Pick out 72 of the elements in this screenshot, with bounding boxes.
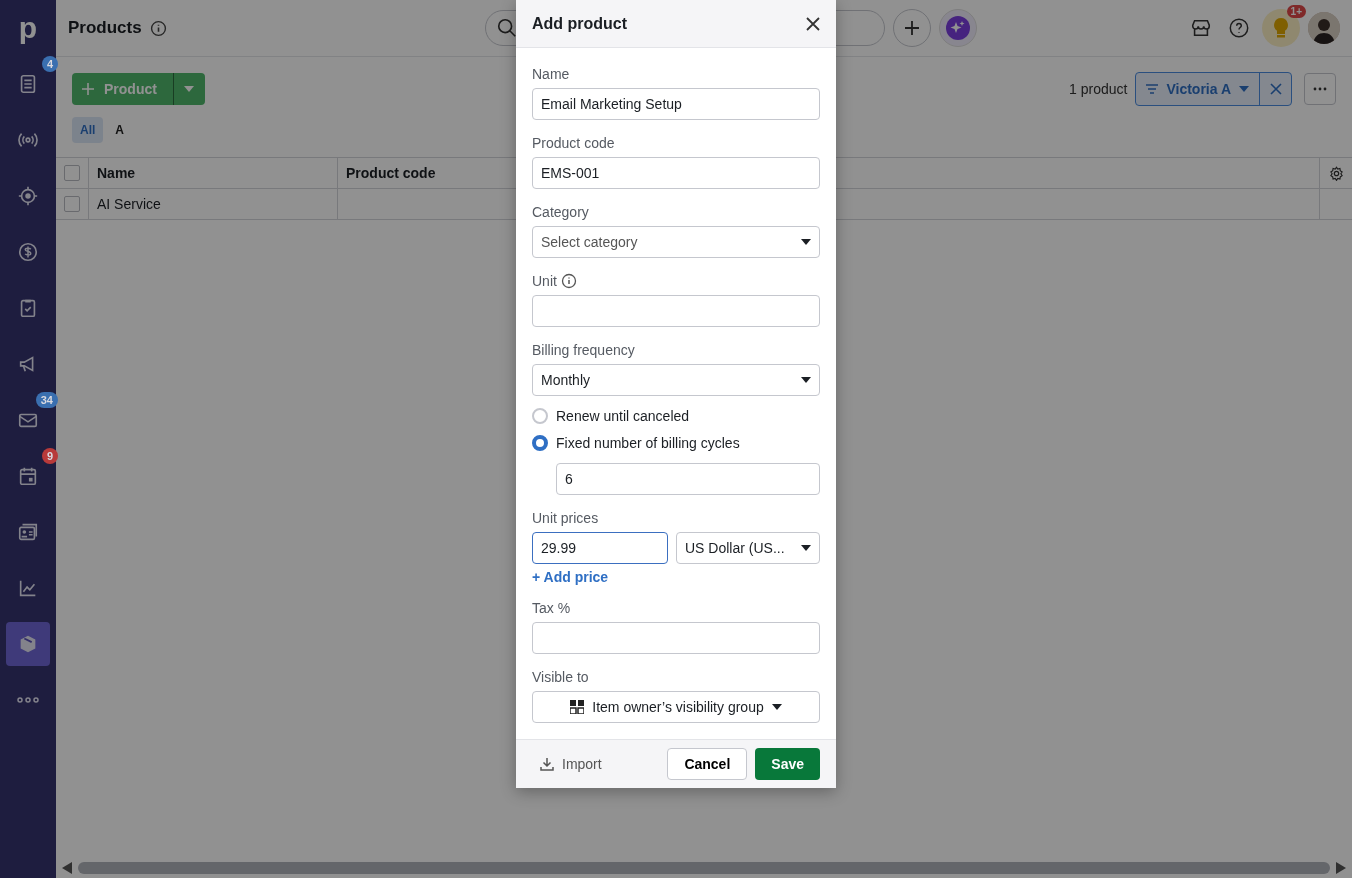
field-label: Tax % bbox=[532, 600, 571, 616]
more-icon bbox=[17, 697, 39, 703]
tips-button[interactable] bbox=[1262, 9, 1300, 47]
target-icon bbox=[17, 185, 39, 207]
filter-icon bbox=[1146, 84, 1159, 94]
field-label: Unit bbox=[532, 273, 557, 289]
dialog-title: Add product bbox=[532, 14, 628, 33]
field-label: Visible to bbox=[532, 669, 589, 685]
search-icon bbox=[495, 17, 518, 39]
scroll-left-icon[interactable] bbox=[62, 862, 72, 874]
add-price-link[interactable]: + Add price bbox=[532, 569, 609, 585]
checkbox[interactable] bbox=[64, 196, 80, 212]
currency-select[interactable]: US Dollar (US... bbox=[676, 532, 820, 564]
product-count: 1 product bbox=[1069, 81, 1128, 97]
info-icon[interactable] bbox=[149, 19, 167, 37]
add-button[interactable] bbox=[892, 9, 931, 47]
text-field[interactable] bbox=[532, 622, 820, 654]
help-icon bbox=[1228, 17, 1250, 39]
app-logo[interactable]: p bbox=[18, 0, 38, 56]
field-label: Unit prices bbox=[532, 510, 599, 526]
dropdown-button[interactable] bbox=[172, 73, 205, 105]
select-field[interactable]: Monthly bbox=[532, 364, 820, 396]
count-badge: 34 bbox=[35, 392, 58, 408]
caret-icon bbox=[184, 86, 195, 92]
page-title: Products bbox=[68, 18, 142, 38]
checkbox[interactable] bbox=[64, 165, 80, 181]
more-icon bbox=[1313, 87, 1327, 91]
save-button[interactable]: Save bbox=[755, 748, 820, 780]
text-field[interactable]: Email Marketing Setup bbox=[532, 88, 820, 120]
import-button[interactable]: Import bbox=[532, 756, 610, 772]
text-field[interactable]: 6 bbox=[556, 463, 820, 495]
field-label: Name bbox=[532, 66, 570, 82]
contact-card-icon bbox=[17, 521, 39, 543]
text-field[interactable] bbox=[532, 295, 820, 327]
caret-icon bbox=[801, 545, 811, 551]
field-label: Product code bbox=[532, 135, 615, 151]
calendar-icon bbox=[17, 465, 39, 487]
count-badge: 4 bbox=[41, 56, 58, 72]
field-label: Billing frequency bbox=[532, 342, 635, 358]
dollar-icon bbox=[17, 241, 39, 263]
radio-option[interactable]: Fixed number of billing cycles bbox=[532, 432, 740, 454]
sparkle-icon bbox=[944, 15, 971, 41]
cancel-button[interactable]: Cancel bbox=[667, 748, 748, 780]
table-cell: AI Service bbox=[89, 189, 338, 219]
count-badge: 9 bbox=[41, 448, 58, 464]
column-header[interactable]: Name bbox=[89, 158, 338, 188]
caret-icon bbox=[801, 239, 811, 245]
download-icon bbox=[540, 757, 554, 771]
plus-icon bbox=[82, 83, 94, 95]
settings-icon[interactable] bbox=[1328, 165, 1344, 181]
close-icon bbox=[806, 16, 820, 31]
sidebar-item[interactable] bbox=[6, 622, 50, 666]
select-field[interactable]: Select category bbox=[532, 226, 820, 258]
filter-tab[interactable]: A bbox=[107, 117, 132, 143]
visibility-select[interactable]: Item owner’s visibility group bbox=[532, 691, 820, 723]
price-field[interactable]: 29.99 bbox=[532, 532, 668, 564]
field-label: Category bbox=[532, 204, 589, 220]
close-button[interactable] bbox=[806, 16, 820, 31]
ai-button[interactable] bbox=[938, 9, 977, 47]
scroll-right-icon[interactable] bbox=[1336, 862, 1346, 874]
grid-icon bbox=[570, 700, 585, 714]
caret-icon bbox=[1239, 86, 1249, 92]
plus-icon bbox=[902, 19, 921, 37]
caret-icon bbox=[801, 377, 811, 383]
text-field[interactable]: EMS-001 bbox=[532, 157, 820, 189]
scrollbar-thumb[interactable] bbox=[78, 862, 1330, 874]
notification-badge: 1+ bbox=[1286, 5, 1306, 18]
avatar[interactable] bbox=[1308, 12, 1340, 44]
radio-option[interactable]: Renew until canceled bbox=[532, 405, 690, 427]
storefront-icon bbox=[1190, 17, 1212, 39]
close-icon bbox=[1269, 83, 1282, 95]
caret-icon bbox=[771, 704, 782, 710]
